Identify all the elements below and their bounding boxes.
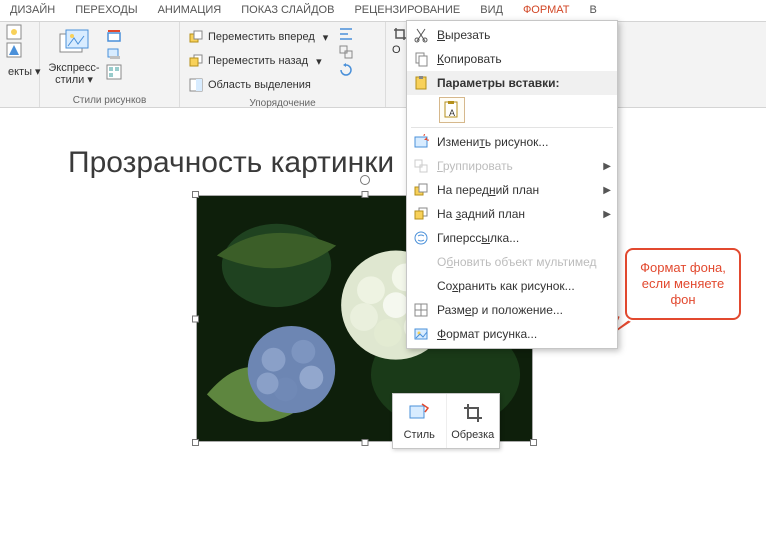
ctx-size-position[interactable]: Размер и положение... <box>407 298 617 322</box>
align-icon[interactable] <box>338 26 354 42</box>
resize-handle-tl[interactable] <box>192 191 199 198</box>
annotation-callout: Формат фона, если меняете фон <box>625 248 741 320</box>
mini-style-button[interactable]: Стиль <box>393 394 446 448</box>
resize-handle-l[interactable] <box>192 315 199 322</box>
ribbon: екты ▾ Экспресс- стили ▾ <box>0 22 766 108</box>
send-back-icon <box>411 204 431 224</box>
ctx-bring-front[interactable]: На передний план▶ <box>407 178 617 202</box>
ctx-save-as-picture[interactable]: Сохранить как рисунок... <box>407 274 617 298</box>
format-picture-icon <box>411 324 431 344</box>
effects-dropdown-fragment[interactable]: екты ▾ <box>6 60 43 82</box>
mini-crop-label: Обрезка <box>451 429 494 441</box>
ctx-format-picture[interactable]: Формат рисунка... <box>407 322 617 346</box>
express-styles-label: Экспресс- стили ▾ <box>48 62 99 86</box>
slide-canvas[interactable]: Прозрачность картинки <box>0 108 766 556</box>
send-backward-button[interactable]: Переместить назад▾ <box>186 50 330 72</box>
rotation-handle[interactable] <box>360 175 370 185</box>
hyperlink-icon <box>411 228 431 248</box>
selection-pane-label: Область выделения <box>208 79 311 91</box>
mini-toolbar: Стиль Обрезка <box>392 393 500 449</box>
tab-view[interactable]: ВИД <box>470 0 513 21</box>
corrections-icon[interactable] <box>6 24 22 40</box>
express-styles-button[interactable]: Экспресс- стили ▾ <box>46 24 102 86</box>
ctx-cut[interactable]: ВВырезатьырезать <box>407 23 617 47</box>
ribbon-group-picture-styles: Экспресс- стили ▾ Стили рисунков <box>40 22 180 107</box>
ribbon-group-partial-left: екты ▾ <box>0 22 40 107</box>
ctx-update-media: Обновить объект мультимед <box>407 250 617 274</box>
picture-layout-icon[interactable] <box>106 64 122 80</box>
annotation-callout-text: Формат фона, если меняете фон <box>640 260 726 308</box>
tab-design[interactable]: ДИЗАЙН <box>0 0 65 21</box>
group-objects-icon[interactable] <box>338 44 354 60</box>
ribbon-group-arrange: Переместить вперед▾ Переместить назад▾ О… <box>180 22 386 107</box>
tab-format[interactable]: ФОРМАТ <box>513 0 580 21</box>
mini-style-icon <box>408 402 430 427</box>
mini-style-label: Стиль <box>404 429 435 441</box>
selection-pane-button[interactable]: Область выделения <box>186 74 330 96</box>
tab-insert-fragment[interactable]: В <box>579 0 606 21</box>
send-backward-icon <box>188 53 204 69</box>
resize-handle-br[interactable] <box>530 439 537 446</box>
bring-forward-icon <box>188 29 204 45</box>
resize-handle-b[interactable] <box>361 439 368 446</box>
tab-animation[interactable]: АНИМАЦИЯ <box>148 0 232 21</box>
tab-review[interactable]: РЕЦЕНЗИРОВАНИЕ <box>344 0 470 21</box>
selection-pane-icon <box>188 77 204 93</box>
mini-crop-button[interactable]: Обрезка <box>446 394 500 448</box>
ribbon-group-size-fragment: О <box>386 22 404 107</box>
bring-forward-button[interactable]: Переместить вперед▾ <box>186 26 330 48</box>
slide-title[interactable]: Прозрачность картинки <box>68 146 394 180</box>
tab-transitions[interactable]: ПЕРЕХОДЫ <box>65 0 147 21</box>
ctx-copy[interactable]: Копировать <box>407 47 617 71</box>
ribbon-tabs: ДИЗАЙН ПЕРЕХОДЫ АНИМАЦИЯ ПОКАЗ СЛАЙДОВ Р… <box>0 0 766 22</box>
ctx-group: Группировать▶ <box>407 154 617 178</box>
ctx-paste-options-row: A <box>407 95 617 125</box>
svg-text:A: A <box>449 108 455 118</box>
resize-handle-t[interactable] <box>361 191 368 198</box>
change-picture-icon <box>411 132 431 152</box>
ctx-hyperlink[interactable]: Гиперссылка... <box>407 226 617 250</box>
bring-front-icon <box>411 180 431 200</box>
size-position-icon <box>411 300 431 320</box>
express-styles-icon <box>58 28 90 60</box>
cut-icon <box>411 25 431 45</box>
ctx-send-back[interactable]: На задний план▶ <box>407 202 617 226</box>
picture-styles-group-label: Стили рисунков <box>46 93 173 107</box>
mini-crop-icon <box>462 402 484 427</box>
tab-slideshow[interactable]: ПОКАЗ СЛАЙДОВ <box>231 0 344 21</box>
copy-icon <box>411 49 431 69</box>
picture-effects-icon[interactable] <box>106 46 122 62</box>
group-icon <box>411 156 431 176</box>
paste-option-keep-text[interactable]: A <box>439 97 465 123</box>
ctx-change-picture[interactable]: Изменить рисунок... <box>407 130 617 154</box>
ctx-paste-options-header: Параметры вставки: <box>407 71 617 95</box>
resize-handle-bl[interactable] <box>192 439 199 446</box>
context-menu: ВВырезатьырезать Копировать Параметры вс… <box>406 20 618 349</box>
rotate-icon[interactable] <box>338 62 354 78</box>
bring-forward-label: Переместить вперед <box>208 31 315 43</box>
picture-border-icon[interactable] <box>106 28 122 44</box>
paste-icon <box>411 73 431 93</box>
color-icon[interactable] <box>6 42 22 58</box>
send-backward-label: Переместить назад <box>208 55 308 67</box>
